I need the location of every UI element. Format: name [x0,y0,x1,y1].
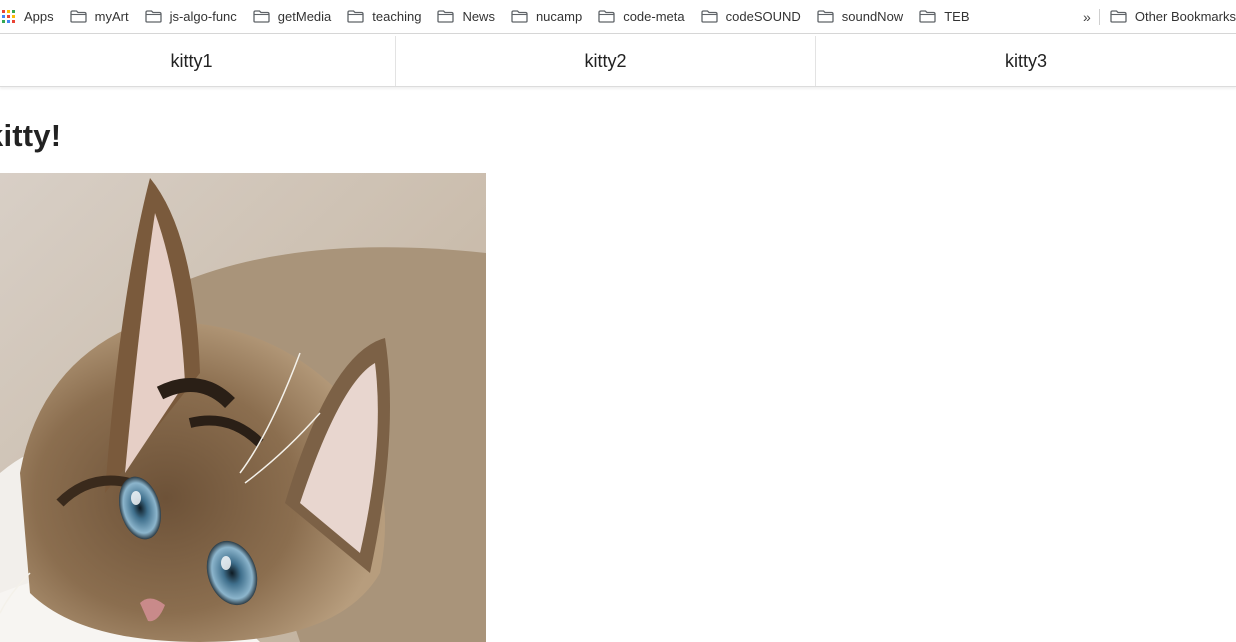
folder-icon [1110,10,1127,23]
bookmark-label: js-algo-func [169,9,237,24]
kitty-tab-bar: kitty1 kitty2 kitty3 [0,36,1236,87]
kitten-image [0,173,486,642]
folder-icon [69,10,87,23]
bookmark-folder-other[interactable]: Other Bookmarks [1110,9,1236,24]
tab-kitty3[interactable]: kitty3 [815,36,1236,86]
page-heading: kitty! [0,118,62,153]
bookmark-label: Other Bookmarks [1134,9,1236,24]
tab-kitty1[interactable]: kitty1 [0,36,395,86]
bookmark-folder-js-algo-func[interactable]: js-algo-func [144,9,237,24]
bookmark-folder-news[interactable]: News [437,9,495,24]
bookmark-label: myArt [94,9,129,24]
bookmark-folder-codesound[interactable]: codeSOUND [700,9,801,24]
bookmarks-bar: Apps myArt js-algo-func getMedia teachin… [0,0,1236,34]
folder-icon [700,10,718,23]
bookmark-folder-soundnow[interactable]: soundNow [817,9,903,24]
folder-icon [437,10,455,23]
bookmarks-divider [1098,8,1100,25]
folder-icon [347,10,364,23]
bookmark-label: News [462,9,495,24]
bookmark-label: nucamp [535,9,583,24]
bookmark-folder-teaching[interactable]: teaching [347,9,421,24]
folder-icon [144,10,162,23]
bookmark-folder-myart[interactable]: myArt [69,9,129,24]
folder-icon [598,10,615,23]
folder-icon [253,10,270,23]
bookmark-folder-nucamp[interactable]: nucamp [511,9,582,24]
tab-kitty2[interactable]: kitty2 [395,36,815,86]
bookmark-apps-label: Apps [24,9,54,24]
bookmark-label: code-meta [623,9,685,24]
bookmark-apps[interactable]: Apps [2,9,54,24]
apps-grid-icon [2,10,15,23]
folder-icon [817,10,834,23]
bookmark-label: getMedia [277,9,332,24]
bookmark-label: soundNow [841,9,904,24]
bookmark-folder-getmedia[interactable]: getMedia [253,9,331,24]
folder-icon [919,10,936,23]
bookmark-label: codeSOUND [725,9,801,24]
bookmark-label: TEB [944,9,970,24]
bookmark-folder-code-meta[interactable]: code-meta [598,9,685,24]
bookmark-label: teaching [372,9,422,24]
chevron-double-right-icon[interactable]: » [1083,9,1091,25]
folder-icon [511,10,528,23]
bookmark-folder-teb[interactable]: TEB [919,9,970,24]
